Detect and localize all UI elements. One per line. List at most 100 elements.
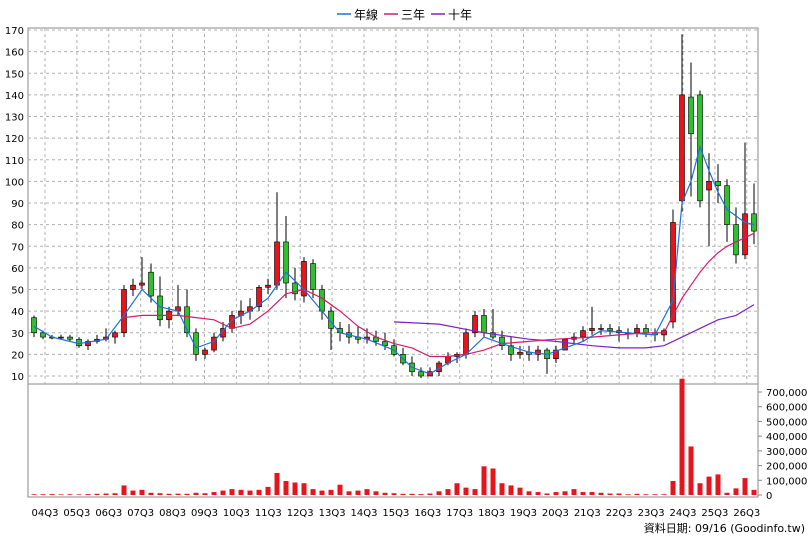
volume-bar <box>418 494 424 495</box>
price-tick-label: 90 <box>11 199 24 210</box>
volume-bar <box>292 482 298 495</box>
price-tick-label: 140 <box>5 91 24 102</box>
volume-tick-label: 600,000 <box>766 403 807 414</box>
candle-up <box>742 213 748 256</box>
chart-background <box>0 0 808 540</box>
volume-bar <box>508 485 514 495</box>
candle-up <box>139 282 145 286</box>
volume-bar <box>517 487 523 495</box>
volume-bar <box>589 492 595 495</box>
legend-label-10y: 十年 <box>448 8 472 22</box>
volume-bar <box>598 492 604 495</box>
volume-bar <box>391 493 397 495</box>
volume-tick-label: 0 <box>766 491 772 502</box>
volume-bar <box>211 492 217 495</box>
x-tick-label: 12Q3 <box>287 508 314 519</box>
x-tick-label: 24Q3 <box>670 508 697 519</box>
x-tick-label: 11Q3 <box>255 508 282 519</box>
x-tick-label: 06Q3 <box>95 508 122 519</box>
x-tick-label: 17Q3 <box>446 508 473 519</box>
x-tick-label: 20Q3 <box>542 508 569 519</box>
volume-bar <box>688 446 694 495</box>
candle-up <box>202 349 208 355</box>
volume-bar <box>580 492 586 495</box>
volume-bar <box>661 494 667 495</box>
price-tick-label: 170 <box>5 26 24 37</box>
price-tick-label: 80 <box>11 221 24 232</box>
volume-bar <box>346 491 352 495</box>
volume-bar <box>625 494 631 495</box>
candle-down <box>283 241 289 284</box>
x-tick-label: 18Q3 <box>478 508 505 519</box>
volume-bar <box>265 486 271 495</box>
volume-bar <box>184 493 190 495</box>
price-tick-label: 60 <box>11 264 24 275</box>
volume-bar <box>130 490 136 495</box>
candle-up <box>463 332 469 355</box>
candle-up <box>121 289 127 334</box>
candle-down <box>310 263 316 290</box>
volume-bar <box>85 494 91 495</box>
volume-bar <box>715 474 721 495</box>
volume-bar <box>121 485 127 495</box>
volume-bar <box>382 492 388 495</box>
price-tick-label: 20 <box>11 350 24 361</box>
candle-up <box>634 328 640 334</box>
volume-bar <box>706 476 712 495</box>
candle-up <box>598 328 604 330</box>
volume-bar <box>679 378 685 495</box>
volume-tick-label: 700,000 <box>766 388 807 399</box>
volume-bar <box>49 494 55 495</box>
volume-bar <box>112 493 118 495</box>
x-tick-label: 14Q3 <box>351 508 378 519</box>
volume-bar <box>427 493 433 495</box>
price-tick-label: 100 <box>5 177 24 188</box>
volume-bar <box>553 492 559 495</box>
volume-bar <box>490 468 496 495</box>
x-tick-label: 09Q3 <box>191 508 218 519</box>
x-tick-label: 23Q3 <box>638 508 665 519</box>
x-tick-label: 08Q3 <box>159 508 186 519</box>
candle-up <box>589 328 595 331</box>
volume-bar <box>733 488 739 495</box>
volume-bar <box>400 493 406 495</box>
x-tick-label: 04Q3 <box>32 508 59 519</box>
candle-up <box>130 284 136 290</box>
price-tick-label: 130 <box>5 113 24 124</box>
volume-tick-label: 400,000 <box>766 432 807 443</box>
volume-bar <box>355 490 361 495</box>
volume-bar <box>337 484 343 495</box>
volume-bar <box>157 493 163 495</box>
volume-bar <box>670 481 676 495</box>
candle-down <box>607 328 613 331</box>
volume-tick-label: 100,000 <box>766 476 807 487</box>
x-tick-label: 05Q3 <box>63 508 90 519</box>
volume-bar <box>535 492 541 495</box>
volume-bar <box>616 493 622 495</box>
volume-bar <box>373 491 379 495</box>
legend-label-year: 年線 <box>354 7 378 22</box>
stock-chart: 年線 三年 十年 10 20 30 40 50 60 70 80 90 100 110 120 130 1… <box>0 0 808 540</box>
volume-bar <box>742 478 748 495</box>
candle-up <box>706 181 712 191</box>
source-label: 資料日期: 09/16 (Goodinfo.tw) <box>644 521 805 535</box>
candle-down <box>688 96 694 135</box>
price-tick-label: 120 <box>5 134 24 145</box>
volume-bar <box>724 492 730 495</box>
candle-down <box>157 295 163 321</box>
volume-bar <box>220 490 226 495</box>
x-tick-label: 25Q3 <box>701 508 728 519</box>
volume-bar <box>310 489 316 495</box>
candle-down <box>481 315 487 334</box>
volume-bar <box>436 491 442 495</box>
volume-bar <box>562 491 568 495</box>
price-tick-label: 40 <box>11 307 24 318</box>
candle-up <box>580 330 586 338</box>
candle-down <box>733 224 739 256</box>
volume-bar <box>445 489 451 495</box>
x-tick-label: 15Q3 <box>382 508 409 519</box>
volume-bar <box>571 489 577 495</box>
x-tick-label: 21Q3 <box>574 508 601 519</box>
volume-bar <box>301 483 307 495</box>
candle-down <box>382 341 388 347</box>
